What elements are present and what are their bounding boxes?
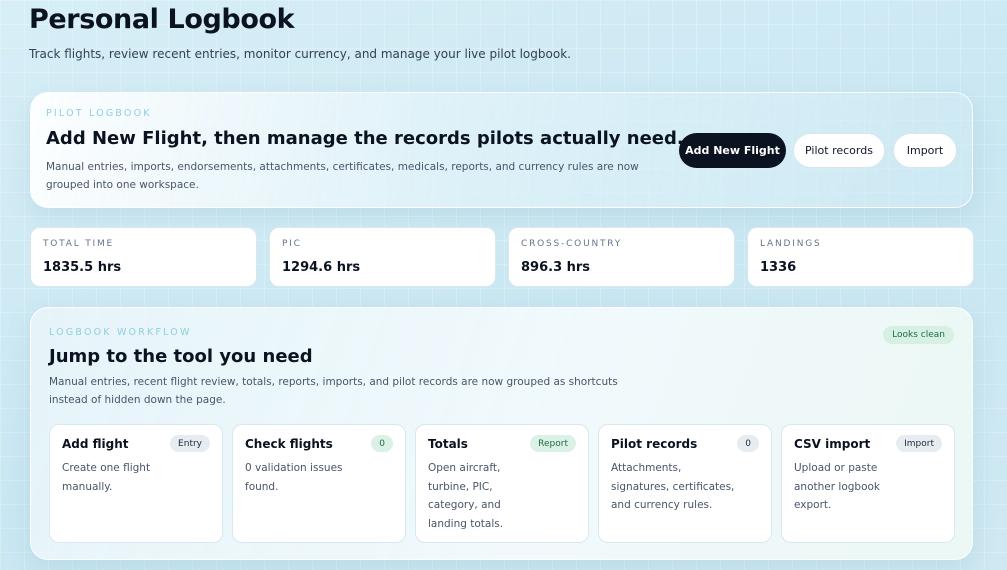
workflow-panel: LOGBOOK WORKFLOW Looks clean Jump to the… xyxy=(30,307,973,560)
workflow-eyebrow: LOGBOOK WORKFLOW xyxy=(49,327,192,338)
shortcut-card-totals[interactable]: Totals Report Open aircraft, turbine, PI… xyxy=(415,424,589,543)
stat-value: 896.3 hrs xyxy=(521,260,591,275)
card-title: Pilot records xyxy=(611,437,698,451)
stat-label: CROSS-COUNTRY xyxy=(521,239,623,249)
card-badge: 0 xyxy=(371,435,393,452)
card-title: Totals xyxy=(428,437,468,451)
hero-description: Manual entries, imports, endorsements, a… xyxy=(46,161,639,191)
stat-card-pic: PIC 1294.6 hrs xyxy=(269,227,496,287)
stat-card-total-time: TOTAL TIME 1835.5 hrs xyxy=(30,227,257,287)
shortcut-card-pilot-records[interactable]: Pilot records 0 Attachments, signatures,… xyxy=(598,424,772,543)
hero-title: Add New Flight, then manage the records … xyxy=(46,128,684,149)
shortcut-card-add-flight[interactable]: Add flight Entry Create one flight manua… xyxy=(49,424,223,543)
hero-panel: PILOT LOGBOOK Add New Flight, then manag… xyxy=(30,92,973,208)
card-description: Create one flight manually. xyxy=(62,462,151,493)
stat-card-cross-country: CROSS-COUNTRY 896.3 hrs xyxy=(508,227,735,287)
card-badge: Entry xyxy=(170,435,210,452)
page-title: Personal Logbook xyxy=(29,4,295,35)
import-button[interactable]: Import xyxy=(893,133,957,168)
shortcut-card-check-flights[interactable]: Check flights 0 0 validation issues foun… xyxy=(232,424,406,543)
stat-value: 1336 xyxy=(760,260,797,275)
stat-value: 1835.5 hrs xyxy=(43,260,122,275)
card-title: Check flights xyxy=(245,437,333,451)
add-new-flight-button[interactable]: Add New Flight xyxy=(679,133,786,168)
card-description: Open aircraft, turbine, PIC, category, a… xyxy=(428,462,504,530)
stat-card-landings: LANDINGS 1336 xyxy=(747,227,974,287)
shortcut-card-csv-import[interactable]: CSV import Import Upload or paste anothe… xyxy=(781,424,955,543)
workflow-title: Jump to the tool you need xyxy=(49,346,313,367)
stat-label: LANDINGS xyxy=(760,239,822,249)
card-description: Attachments, signatures, certificates, a… xyxy=(611,462,735,511)
stat-value: 1294.6 hrs xyxy=(282,260,361,275)
card-description: Upload or paste another logbook export. xyxy=(794,462,880,511)
pilot-records-button[interactable]: Pilot records xyxy=(793,133,885,168)
stat-label: PIC xyxy=(282,239,302,249)
card-description: 0 validation issues found. xyxy=(245,462,343,493)
status-badge: Looks clean xyxy=(883,326,954,344)
card-badge: Import xyxy=(896,435,942,452)
card-title: CSV import xyxy=(794,437,871,451)
card-title: Add flight xyxy=(62,437,129,451)
card-badge: Report xyxy=(530,435,576,452)
page-subtitle: Track flights, review recent entries, mo… xyxy=(29,47,571,61)
workflow-description: Manual entries, recent flight review, to… xyxy=(49,376,618,406)
hero-eyebrow: PILOT LOGBOOK xyxy=(46,108,152,119)
stat-label: TOTAL TIME xyxy=(43,239,115,249)
card-badge: 0 xyxy=(737,435,759,452)
